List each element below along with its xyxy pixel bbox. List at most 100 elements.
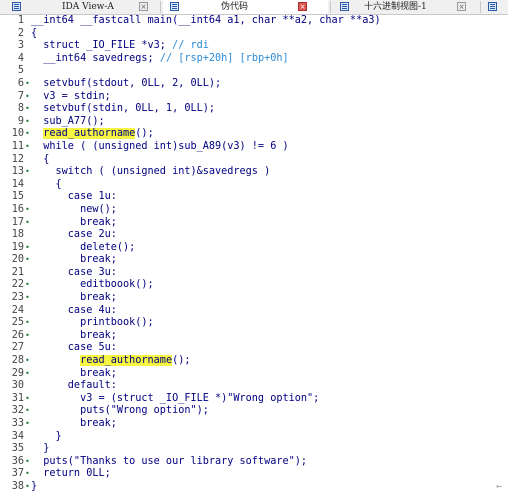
code-line[interactable]: 38 •} <box>0 481 508 494</box>
code-line[interactable]: 4 __int64 savedregs; // [rsp+20h] [rbp+0… <box>0 53 508 66</box>
code-line[interactable]: 33 • break; <box>0 418 508 431</box>
code-line[interactable]: 12 { <box>0 154 508 167</box>
code-line[interactable]: 17 • break; <box>0 217 508 230</box>
code-text[interactable]: editboook(); <box>31 279 154 292</box>
pseudocode-view[interactable]: 1 __int64 __fastcall main(__int64 a1, cha… <box>0 15 508 494</box>
code-line[interactable]: 28 • read_authorname(); <box>0 355 508 368</box>
code-line[interactable]: 29 • break; <box>0 368 508 381</box>
code-text[interactable]: break; <box>31 330 117 343</box>
line-number: 29 <box>11 367 24 379</box>
code-text[interactable]: { <box>31 179 62 192</box>
code-text[interactable]: while ( (unsigned int)sub_A89(v3) != 6 ) <box>31 141 288 154</box>
code-text[interactable]: v3 = (struct _IO_FILE *)"Wrong option"; <box>31 393 319 406</box>
code-line[interactable]: 16 • new(); <box>0 204 508 217</box>
code-line[interactable]: 26 • break; <box>0 330 508 343</box>
code-line[interactable]: 7 • v3 = stdin; <box>0 91 508 104</box>
code-text[interactable]: setvbuf(stdout, 0LL, 2, 0LL); <box>31 78 221 91</box>
code-text[interactable]: { <box>31 28 37 41</box>
code-text[interactable]: __int64 savedregs; // [rsp+20h] [rbp+0h] <box>31 53 288 66</box>
code-line[interactable]: 11 • while ( (unsigned int)sub_A89(v3) !=… <box>0 141 508 154</box>
line-number: 31 <box>11 392 24 404</box>
code-text[interactable]: __int64 __fastcall main(__int64 a1, char… <box>31 15 381 28</box>
code-text[interactable]: break; <box>31 254 117 267</box>
code-text[interactable]: } <box>31 481 37 494</box>
code-text[interactable]: case 2u: <box>31 229 117 242</box>
code-line[interactable]: 10 • read_authorname(); <box>0 128 508 141</box>
line-number: 36 <box>11 455 24 467</box>
code-line[interactable]: 13 • switch ( (unsigned int)&savedregs ) <box>0 166 508 179</box>
code-text[interactable]: case 1u: <box>31 191 117 204</box>
code-text[interactable]: case 5u: <box>31 342 117 355</box>
code-line[interactable]: 21 case 3u: <box>0 267 508 280</box>
code-text[interactable]: struct _IO_FILE *v3; // rdi <box>31 40 209 53</box>
code-line[interactable]: 15 case 1u: <box>0 191 508 204</box>
line-number: 15 <box>11 191 24 203</box>
code-text[interactable]: break; <box>31 368 117 381</box>
line-number: 25 <box>11 317 24 329</box>
code-line[interactable]: 20 • break; <box>0 254 508 267</box>
code-line[interactable]: 37 • return 0LL; <box>0 468 508 481</box>
code-line[interactable]: 24 case 4u: <box>0 305 508 318</box>
line-number: 13 <box>11 166 24 178</box>
code-line[interactable]: 6 • setvbuf(stdout, 0LL, 2, 0LL); <box>0 78 508 91</box>
code-line[interactable]: 14 { <box>0 179 508 192</box>
line-number: 8 <box>17 103 24 115</box>
code-text[interactable]: break; <box>31 292 117 305</box>
close-icon[interactable]: × <box>298 2 307 11</box>
tab-divider <box>160 1 161 13</box>
code-text[interactable]: read_authorname(); <box>31 355 191 368</box>
code-text[interactable]: delete(); <box>31 242 135 255</box>
code-text[interactable]: switch ( (unsigned int)&savedregs ) <box>31 166 271 179</box>
code-text[interactable]: } <box>31 443 49 456</box>
code-text[interactable]: break; <box>31 418 117 431</box>
code-text[interactable]: break; <box>31 217 117 230</box>
code-text[interactable]: sub_A77(); <box>31 116 104 129</box>
code-text[interactable]: printbook(); <box>31 317 154 330</box>
code-text[interactable]: read_authorname(); <box>31 128 154 141</box>
code-line[interactable]: 35 } <box>0 443 508 456</box>
code-line[interactable]: 19 • delete(); <box>0 242 508 255</box>
code-text[interactable]: case 4u: <box>31 305 117 318</box>
code-text[interactable]: new(); <box>31 204 117 217</box>
tab-pseudocode[interactable]: 伪代码 × <box>163 0 328 14</box>
code-line[interactable]: 8 • setvbuf(stdin, 0LL, 1, 0LL); <box>0 103 508 116</box>
code-line[interactable]: 31 • v3 = (struct _IO_FILE *)"Wrong optio… <box>0 393 508 406</box>
tab-divider <box>480 1 481 13</box>
line-number: 18 <box>11 229 24 241</box>
pseudocode-icon <box>170 2 179 11</box>
code-text[interactable]: default: <box>31 380 117 393</box>
code-line[interactable]: 3 struct _IO_FILE *v3; // rdi <box>0 40 508 53</box>
code-text[interactable]: setvbuf(stdin, 0LL, 1, 0LL); <box>31 103 215 116</box>
back-arrow-icon[interactable]: ← <box>496 481 502 492</box>
close-icon[interactable]: × <box>457 2 466 11</box>
code-text[interactable]: puts("Wrong option"); <box>31 405 209 418</box>
code-line[interactable]: 25 • printbook(); <box>0 317 508 330</box>
code-text[interactable]: } <box>31 431 62 444</box>
code-text[interactable]: { <box>31 154 49 167</box>
line-number: 32 <box>11 405 24 417</box>
tab-ida-view[interactable]: IDA View-A × <box>2 0 152 14</box>
code-line[interactable]: 9 • sub_A77(); <box>0 116 508 129</box>
line-number: 10 <box>11 128 24 140</box>
code-text[interactable]: return 0LL; <box>31 468 110 481</box>
tab-hex-view[interactable]: 十六进制视图-1 × <box>332 0 480 14</box>
code-line[interactable]: 5 <box>0 65 508 78</box>
line-number: 34 <box>11 430 24 442</box>
code-line[interactable]: 36 • puts("Thanks to use our library soft… <box>0 456 508 469</box>
code-line[interactable]: 27 case 5u: <box>0 342 508 355</box>
code-line[interactable]: 23 • break; <box>0 292 508 305</box>
tab-structures[interactable] <box>483 0 505 14</box>
code-text[interactable]: case 3u: <box>31 267 117 280</box>
close-icon[interactable]: × <box>139 2 148 11</box>
code-line[interactable]: 2{ <box>0 28 508 41</box>
code-line[interactable]: 32 • puts("Wrong option"); <box>0 405 508 418</box>
code-text[interactable]: v3 = stdin; <box>31 91 110 104</box>
line-number: 38 <box>11 480 24 492</box>
code-text[interactable]: puts("Thanks to use our library software… <box>31 456 307 469</box>
code-line[interactable]: 1 __int64 __fastcall main(__int64 a1, cha… <box>0 15 508 28</box>
code-line[interactable]: 22 • editboook(); <box>0 279 508 292</box>
code-line[interactable]: 18 case 2u: <box>0 229 508 242</box>
line-number: 16 <box>11 203 24 215</box>
code-line[interactable]: 30 default: <box>0 380 508 393</box>
code-line[interactable]: 34 } <box>0 431 508 444</box>
